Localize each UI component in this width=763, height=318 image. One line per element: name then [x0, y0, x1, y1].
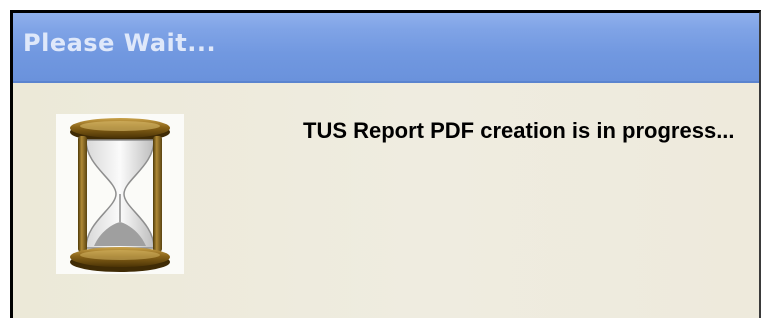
hourglass-icon — [56, 114, 184, 274]
dialog-title: Please Wait... — [23, 29, 217, 57]
hourglass-icon-graphic — [70, 118, 170, 272]
dialog-body: TUS Report PDF creation is in progress..… — [13, 83, 759, 318]
please-wait-dialog: Please Wait... TUS Report PDF creation i… — [10, 10, 761, 318]
progress-message: TUS Report PDF creation is in progress..… — [303, 118, 735, 143]
dialog-titlebar[interactable]: Please Wait... — [13, 13, 759, 83]
